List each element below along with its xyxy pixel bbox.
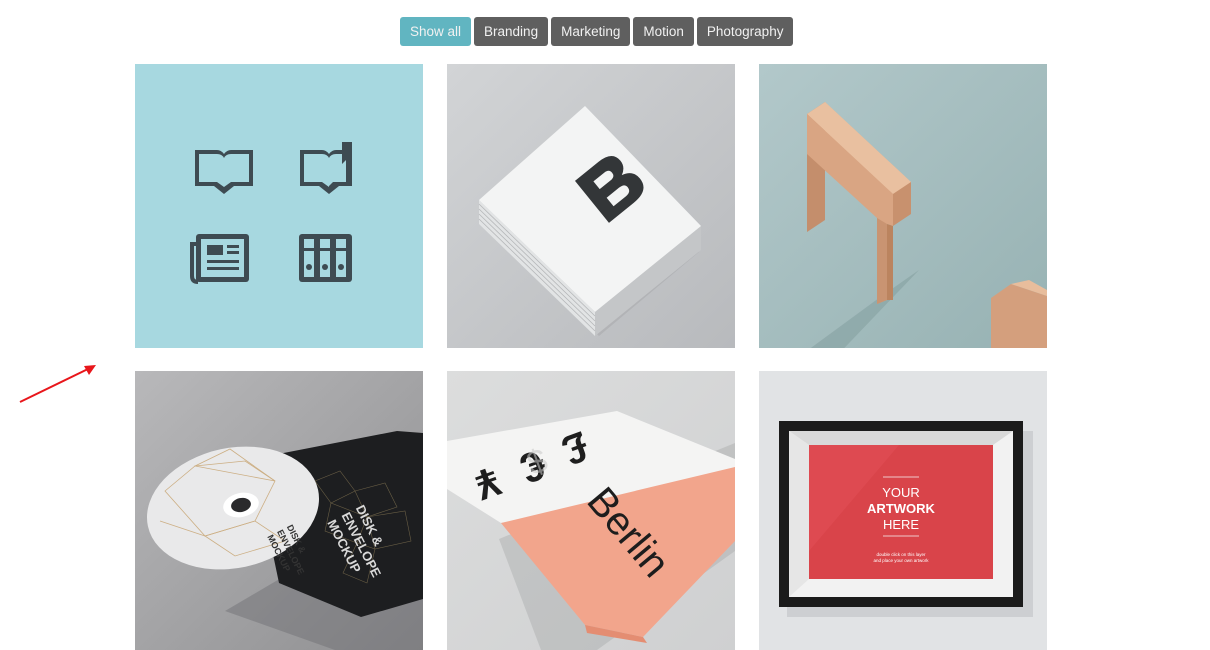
disk-envelope-mockup-tile[interactable]: DISK & ENVELOPE MOCKUP DISK & ENVELOPE M… xyxy=(135,371,423,650)
disk-envelope-illustration: DISK & ENVELOPE MOCKUP DISK & ENVELOPE M… xyxy=(135,371,423,650)
frame-mockup-tile[interactable]: YOUR ARTWORK HERE double click on this l… xyxy=(759,371,1047,650)
binders-icon xyxy=(299,234,352,282)
wooden-letter-tile[interactable] xyxy=(759,64,1047,348)
berlin-poster-tile[interactable]: ¥ € £ $ Berlin xyxy=(447,371,735,650)
frame-text-your: YOUR xyxy=(882,485,920,500)
bookmark-book-icon xyxy=(300,142,352,194)
newspaper-icon xyxy=(190,234,249,284)
business-card-illustration xyxy=(447,64,735,348)
book-icons-tile[interactable] xyxy=(135,64,423,348)
business-card-mockup-tile[interactable] xyxy=(447,64,735,348)
filter-photography-button[interactable]: Photography xyxy=(696,17,794,46)
berlin-poster-illustration: ¥ € £ $ Berlin xyxy=(447,371,735,650)
book-icons-illustration xyxy=(190,142,352,284)
annotation-arrow xyxy=(19,365,96,403)
frame-small-text-1: double click on this layer xyxy=(876,552,926,557)
filter-marketing-button[interactable]: Marketing xyxy=(551,17,631,46)
filter-branding-button[interactable]: Branding xyxy=(474,17,549,46)
frame-small-text-2: and place your own artwork xyxy=(873,558,929,563)
open-book-icon xyxy=(195,150,253,194)
frame-text-here: HERE xyxy=(883,517,919,532)
frame-text-artwork: ARTWORK xyxy=(867,501,935,516)
portfolio-filter-bar: Show all Branding Marketing Motion Photo… xyxy=(400,17,794,46)
filter-show-all-button[interactable]: Show all xyxy=(400,17,472,46)
wooden-letter-illustration xyxy=(759,64,1047,348)
filter-motion-button[interactable]: Motion xyxy=(633,17,694,46)
frame-mockup-illustration: YOUR ARTWORK HERE double click on this l… xyxy=(759,371,1047,650)
